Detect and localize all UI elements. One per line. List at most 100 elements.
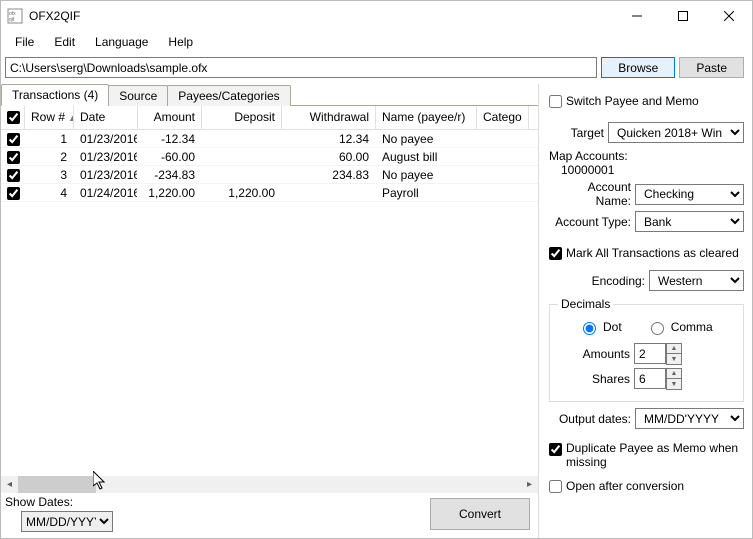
tabs: Transactions (4)SourcePayees/Categories	[1, 84, 538, 106]
header-withdrawal[interactable]: Withdrawal	[282, 106, 376, 129]
header-name[interactable]: Name (payee/r)	[376, 106, 477, 129]
cell-amount: -12.34	[138, 132, 202, 146]
convert-button[interactable]: Convert	[430, 498, 530, 530]
table-body: 101/23/2016-12.3412.34No payee201/23/201…	[1, 130, 538, 476]
duplicate-payee-checkbox[interactable]: Duplicate Payee as Memo when missing	[549, 441, 744, 469]
footer-row: Show Dates: MM/DD/YYYY Convert	[1, 493, 538, 538]
header-amount[interactable]: Amount	[138, 106, 202, 129]
scroll-thumb[interactable]	[18, 476, 96, 493]
encoding-label: Encoding:	[549, 274, 645, 288]
header-deposit[interactable]: Deposit	[202, 106, 282, 129]
menu-bar: FileEditLanguageHelp	[1, 31, 752, 53]
window-controls	[614, 1, 752, 31]
output-dates-label: Output dates:	[549, 412, 631, 426]
row-checkbox[interactable]	[7, 187, 20, 200]
cell-date: 01/23/2016	[74, 150, 138, 164]
cell-withdrawal: 60.00	[282, 150, 376, 164]
cell-name: August bill	[376, 150, 477, 164]
spin-up-icon[interactable]: ▲	[667, 344, 681, 354]
cell-withdrawal: 234.83	[282, 168, 376, 182]
account-type-select[interactable]: Bank	[635, 211, 744, 232]
scroll-right-icon[interactable]: ▸	[521, 476, 538, 493]
close-button[interactable]	[706, 1, 752, 31]
transactions-table: Row #▲ Date Amount Deposit Withdrawal Na…	[1, 106, 538, 493]
menu-language[interactable]: Language	[87, 33, 156, 51]
browse-button[interactable]: Browse	[601, 57, 675, 78]
spin-down-icon[interactable]: ▼	[667, 354, 681, 364]
table-row[interactable]: 301/23/2016-234.83 234.83No payee	[1, 166, 538, 184]
table-header: Row #▲ Date Amount Deposit Withdrawal Na…	[1, 106, 538, 130]
scroll-left-icon[interactable]: ◂	[1, 476, 18, 493]
header-category[interactable]: Catego	[477, 106, 529, 129]
cell-name: No payee	[376, 168, 477, 182]
svg-text:qif: qif	[9, 17, 15, 23]
amounts-label: Amounts	[558, 347, 630, 361]
cell-date: 01/23/2016	[74, 132, 138, 146]
comma-radio[interactable]: Comma	[646, 319, 713, 335]
encoding-select[interactable]: Western	[649, 270, 744, 291]
cell-row: 1	[25, 132, 74, 146]
cell-withdrawal: 12.34	[282, 132, 376, 146]
shares-label: Shares	[558, 372, 630, 386]
decimals-legend: Decimals	[558, 297, 613, 311]
amounts-spinner[interactable]: ▲▼	[634, 343, 682, 365]
header-date[interactable]: Date	[74, 106, 138, 129]
tab-payees-categories[interactable]: Payees/Categories	[167, 85, 290, 106]
target-label: Target	[549, 126, 604, 140]
map-accounts-label: Map Accounts:	[549, 149, 744, 163]
switch-payee-memo-checkbox[interactable]: Switch Payee and Memo	[549, 94, 744, 108]
menu-file[interactable]: File	[7, 33, 42, 51]
file-path-row: Browse Paste	[1, 53, 752, 84]
open-after-checkbox[interactable]: Open after conversion	[549, 479, 744, 493]
account-type-label: Account Type:	[549, 215, 631, 229]
menu-edit[interactable]: Edit	[46, 33, 83, 51]
scroll-track[interactable]	[18, 476, 521, 493]
horizontal-scrollbar[interactable]: ◂ ▸	[1, 476, 538, 493]
cell-row: 4	[25, 186, 74, 200]
tab-transactions[interactable]: Transactions (4)	[1, 84, 109, 106]
menu-help[interactable]: Help	[160, 33, 201, 51]
cell-amount: -234.83	[138, 168, 202, 182]
show-dates-label: Show Dates:	[5, 495, 107, 509]
right-panel: Switch Payee and Memo Target Quicken 201…	[539, 84, 752, 538]
spin-up-icon[interactable]: ▲	[667, 369, 681, 379]
account-id: 10000001	[561, 163, 744, 177]
maximize-button[interactable]	[660, 1, 706, 31]
mark-cleared-checkbox[interactable]: Mark All Transactions as cleared	[549, 246, 744, 260]
row-checkbox[interactable]	[7, 133, 20, 146]
window-title: OFX2QIF	[29, 9, 614, 23]
output-dates-select[interactable]: MM/DD'YYYY	[635, 408, 744, 429]
table-row[interactable]: 201/23/2016-60.00 60.00August bill	[1, 148, 538, 166]
cell-deposit: 1,220.00	[202, 186, 282, 200]
dot-radio[interactable]: Dot	[578, 319, 622, 335]
spin-down-icon[interactable]: ▼	[667, 379, 681, 389]
cell-date: 01/24/2016	[74, 186, 138, 200]
cell-row: 2	[25, 150, 74, 164]
target-select[interactable]: Quicken 2018+ Win	[608, 122, 744, 143]
cell-name: No payee	[376, 132, 477, 146]
shares-spinner[interactable]: ▲▼	[634, 368, 682, 390]
header-checkbox[interactable]	[1, 106, 25, 129]
row-checkbox[interactable]	[7, 169, 20, 182]
app-icon: ofxqif	[7, 8, 23, 24]
show-dates-select[interactable]: MM/DD/YYYY	[21, 511, 113, 532]
row-checkbox[interactable]	[7, 151, 20, 164]
cell-amount: 1,220.00	[138, 186, 202, 200]
tab-source[interactable]: Source	[108, 85, 168, 106]
minimize-button[interactable]	[614, 1, 660, 31]
paste-button[interactable]: Paste	[679, 57, 744, 78]
left-column: Transactions (4)SourcePayees/Categories …	[1, 84, 539, 538]
table-row[interactable]: 401/24/20161,220.001,220.00Payroll	[1, 184, 538, 202]
main-area: Transactions (4)SourcePayees/Categories …	[1, 84, 752, 538]
title-bar: ofxqif OFX2QIF	[1, 1, 752, 31]
table-row[interactable]: 101/23/2016-12.34 12.34No payee	[1, 130, 538, 148]
decimals-group: Decimals Dot Comma Amounts ▲▼ Shares ▲▼	[549, 297, 744, 402]
header-row[interactable]: Row #▲	[25, 106, 74, 129]
account-name-select[interactable]: Checking	[635, 184, 744, 205]
cell-amount: -60.00	[138, 150, 202, 164]
cell-date: 01/23/2016	[74, 168, 138, 182]
file-path-input[interactable]	[5, 57, 597, 78]
cell-name: Payroll	[376, 186, 477, 200]
account-name-label: Account Name:	[549, 180, 631, 208]
cell-row: 3	[25, 168, 74, 182]
